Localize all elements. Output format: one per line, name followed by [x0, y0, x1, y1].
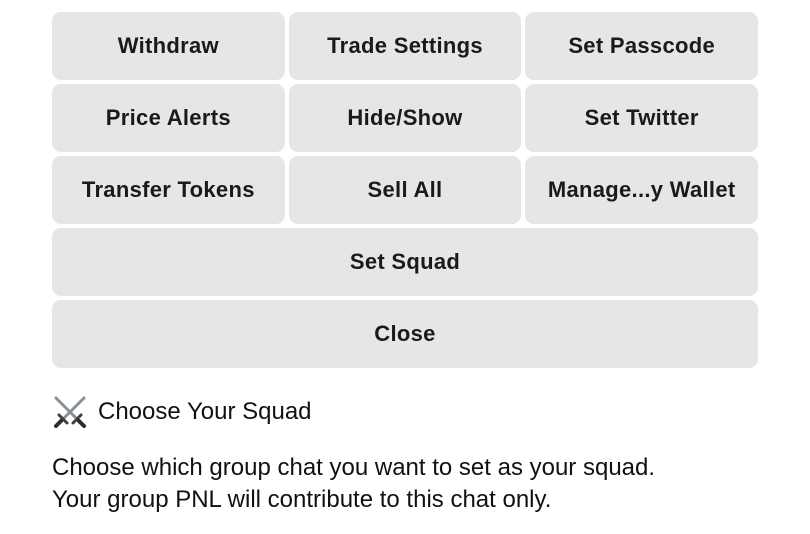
set-squad-button[interactable]: Set Squad [52, 228, 758, 296]
crossed-swords-icon [54, 396, 86, 428]
keyboard-row: Transfer Tokens Sell All Manage...y Wall… [52, 156, 759, 224]
trade-settings-button[interactable]: Trade Settings [288, 12, 522, 80]
keyboard-row: Close [52, 300, 758, 368]
keyboard-row: Set Squad [52, 228, 758, 296]
keyboard-row: Withdraw Trade Settings Set Passcode [52, 12, 759, 80]
set-twitter-button[interactable]: Set Twitter [525, 84, 759, 152]
price-alerts-button[interactable]: Price Alerts [52, 84, 285, 152]
message-body-line: Your group PNL will contribute to this c… [52, 486, 552, 513]
message-body-line: Choose which group chat you want to set … [52, 454, 656, 481]
message-body: Choose which group chat you want to set … [52, 452, 772, 516]
manage-wallet-button[interactable]: Manage...y Wallet [525, 156, 759, 224]
message-title: Choose Your Squad [98, 398, 312, 425]
message-title-row: Choose Your Squad [52, 392, 772, 432]
transfer-tokens-button[interactable]: Transfer Tokens [52, 156, 285, 224]
bot-message: Choose Your Squad Choose which group cha… [52, 392, 772, 516]
keyboard-row: Price Alerts Hide/Show Set Twitter [52, 84, 759, 152]
hide-show-button[interactable]: Hide/Show [288, 84, 522, 152]
withdraw-button[interactable]: Withdraw [52, 12, 285, 80]
set-passcode-button[interactable]: Set Passcode [525, 12, 759, 80]
sell-all-button[interactable]: Sell All [288, 156, 522, 224]
close-button[interactable]: Close [52, 300, 758, 368]
inline-keyboard: Withdraw Trade Settings Set Passcode Pri… [52, 12, 759, 372]
